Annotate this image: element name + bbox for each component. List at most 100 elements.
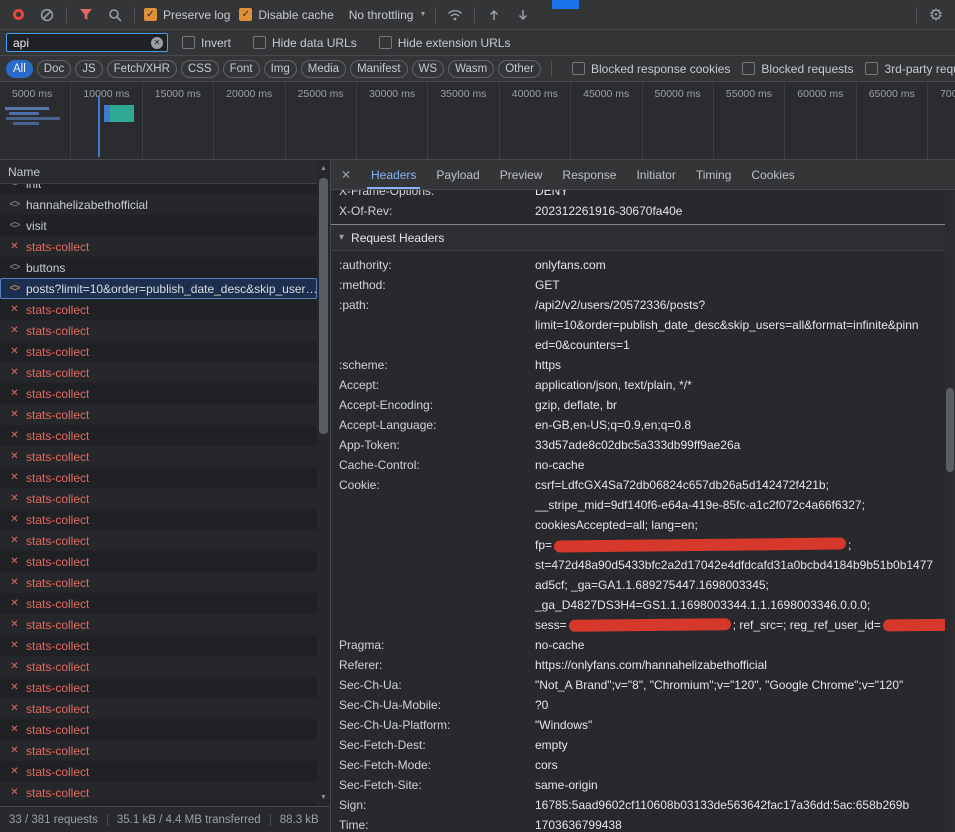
- tab-preview[interactable]: Preview: [490, 160, 553, 189]
- request-row[interactable]: ✕stats-collect: [0, 698, 317, 719]
- request-row[interactable]: ✕stats-collect: [0, 761, 317, 782]
- network-overview-timeline[interactable]: 5000 ms10000 ms15000 ms20000 ms25000 ms3…: [0, 82, 955, 160]
- request-row[interactable]: ✕stats-collect: [0, 467, 317, 488]
- request-row[interactable]: <>init: [0, 184, 317, 194]
- filter-chip-fetch-xhr[interactable]: Fetch/XHR: [107, 60, 177, 78]
- request-row[interactable]: ✕stats-collect: [0, 530, 317, 551]
- error-icon: ✕: [7, 640, 22, 651]
- disable-cache-checkbox[interactable]: ✓: [239, 8, 252, 21]
- filter-chip-css[interactable]: CSS: [181, 60, 219, 78]
- section-title: Request Headers: [351, 231, 444, 245]
- request-row[interactable]: <>buttons: [0, 257, 317, 278]
- request-row[interactable]: ✕stats-collect: [0, 635, 317, 656]
- tab-initiator[interactable]: Initiator: [626, 160, 685, 189]
- header-row: Sec-Ch-Ua-Mobile:?0: [331, 695, 945, 715]
- filter-chip-font[interactable]: Font: [223, 60, 260, 78]
- toolbar-highlight: [552, 0, 579, 9]
- tab-headers[interactable]: Headers: [361, 160, 426, 189]
- scroll-down-icon[interactable]: ▼: [317, 791, 330, 804]
- scrollbar-thumb[interactable]: [319, 178, 328, 434]
- timeline-column: 40000 ms: [500, 82, 571, 159]
- request-name: hannahelizabethofficial: [26, 198, 148, 212]
- request-row[interactable]: ✕stats-collect: [0, 593, 317, 614]
- request-row[interactable]: ✕stats-collect: [0, 320, 317, 341]
- name-column-header[interactable]: Name: [0, 160, 330, 184]
- filter-chip-js[interactable]: JS: [75, 60, 102, 78]
- request-row[interactable]: ✕stats-collect: [0, 656, 317, 677]
- filter-chip-other[interactable]: Other: [498, 60, 541, 78]
- export-har-button[interactable]: [513, 5, 533, 25]
- request-row[interactable]: ✕stats-collect: [0, 782, 317, 803]
- filter-chip-all[interactable]: All: [6, 60, 33, 78]
- header-name: Referer:: [339, 655, 535, 675]
- tab-response[interactable]: Response: [552, 160, 626, 189]
- tab-timing[interactable]: Timing: [686, 160, 742, 189]
- close-details-button[interactable]: ✕: [331, 168, 361, 182]
- request-row[interactable]: ✕stats-collect: [0, 341, 317, 362]
- request-row[interactable]: ✕stats-collect: [0, 677, 317, 698]
- filter-input[interactable]: [6, 33, 168, 52]
- details-tabs: HeadersPayloadPreviewResponseInitiatorTi…: [361, 160, 805, 189]
- requests-scrollbar[interactable]: ▲ ▼: [317, 160, 330, 806]
- blocked-response-cookies-toggle[interactable]: Blocked response cookies: [572, 62, 730, 76]
- header-value-line: no-cache: [535, 635, 945, 655]
- hide-data-urls-checkbox[interactable]: [253, 36, 266, 49]
- filter-chip-wasm[interactable]: Wasm: [448, 60, 494, 78]
- network-main-area: Name <>init<>hannahelizabethofficial<>vi…: [0, 160, 955, 832]
- scrollbar-thumb[interactable]: [946, 388, 954, 472]
- request-row[interactable]: ✕stats-collect: [0, 740, 317, 761]
- filter-toggle-button[interactable]: [76, 5, 96, 25]
- request-row[interactable]: <>posts?limit=10&order=publish_date_desc…: [0, 278, 317, 299]
- preserve-log-checkbox[interactable]: ✓: [144, 8, 157, 21]
- hide-data-urls-toggle[interactable]: Hide data URLs: [253, 36, 357, 50]
- request-row[interactable]: ✕stats-collect: [0, 509, 317, 530]
- record-icon: [13, 9, 24, 20]
- filter-chip-manifest[interactable]: Manifest: [350, 60, 407, 78]
- blocked-requests-checkbox[interactable]: [742, 62, 755, 75]
- request-row[interactable]: ✕stats-collect: [0, 488, 317, 509]
- request-row[interactable]: ✕stats-collect: [0, 572, 317, 593]
- invert-toggle[interactable]: Invert: [182, 36, 231, 50]
- request-row[interactable]: ✕stats-collect: [0, 383, 317, 404]
- devtools-network-panel: ✓ Preserve log ✓ Disable cache No thrott…: [0, 0, 955, 832]
- hide-extension-urls-checkbox[interactable]: [379, 36, 392, 49]
- third-party-requests-toggle[interactable]: 3rd-party requests: [865, 62, 955, 76]
- request-row[interactable]: <>hannahelizabethofficial: [0, 194, 317, 215]
- timeline-label: 50000 ms: [655, 88, 701, 100]
- request-row[interactable]: ✕stats-collect: [0, 446, 317, 467]
- filter-chip-ws[interactable]: WS: [412, 60, 445, 78]
- request-row[interactable]: ✕stats-collect: [0, 404, 317, 425]
- request-row[interactable]: ✕stats-collect: [0, 614, 317, 635]
- details-scrollbar[interactable]: [945, 190, 955, 832]
- request-row[interactable]: ✕stats-collect: [0, 425, 317, 446]
- tab-payload[interactable]: Payload: [426, 160, 489, 189]
- search-button[interactable]: [105, 5, 125, 25]
- preserve-log-toggle[interactable]: ✓ Preserve log: [144, 8, 230, 22]
- record-button[interactable]: [8, 5, 28, 25]
- invert-checkbox[interactable]: [182, 36, 195, 49]
- request-row[interactable]: ✕stats-collect: [0, 236, 317, 257]
- throttling-select[interactable]: No throttling ▼: [349, 8, 427, 22]
- clear-filter-icon[interactable]: ✕: [151, 37, 163, 49]
- blocked-response-cookies-checkbox[interactable]: [572, 62, 585, 75]
- request-row[interactable]: ✕stats-collect: [0, 299, 317, 320]
- third-party-requests-checkbox[interactable]: [865, 62, 878, 75]
- hide-extension-urls-toggle[interactable]: Hide extension URLs: [379, 36, 511, 50]
- network-conditions-button[interactable]: [445, 5, 465, 25]
- clear-network-log-button[interactable]: [37, 5, 57, 25]
- filter-chip-media[interactable]: Media: [301, 60, 346, 78]
- request-row[interactable]: ✕stats-collect: [0, 551, 317, 572]
- settings-gear-icon[interactable]: ⚙: [925, 5, 947, 25]
- disable-cache-toggle[interactable]: ✓ Disable cache: [239, 8, 333, 22]
- request-headers-section[interactable]: ▾ Request Headers: [331, 225, 945, 251]
- filter-chip-img[interactable]: Img: [264, 60, 297, 78]
- request-row[interactable]: ✕stats-collect: [0, 362, 317, 383]
- request-row[interactable]: ✕stats-collect: [0, 719, 317, 740]
- blocked-requests-toggle[interactable]: Blocked requests: [742, 62, 853, 76]
- scroll-up-icon[interactable]: ▲: [317, 162, 330, 175]
- filter-chip-doc[interactable]: Doc: [37, 60, 71, 78]
- request-row[interactable]: <>visit: [0, 215, 317, 236]
- import-har-button[interactable]: [484, 5, 504, 25]
- tab-cookies[interactable]: Cookies: [741, 160, 804, 189]
- error-icon: ✕: [7, 304, 22, 315]
